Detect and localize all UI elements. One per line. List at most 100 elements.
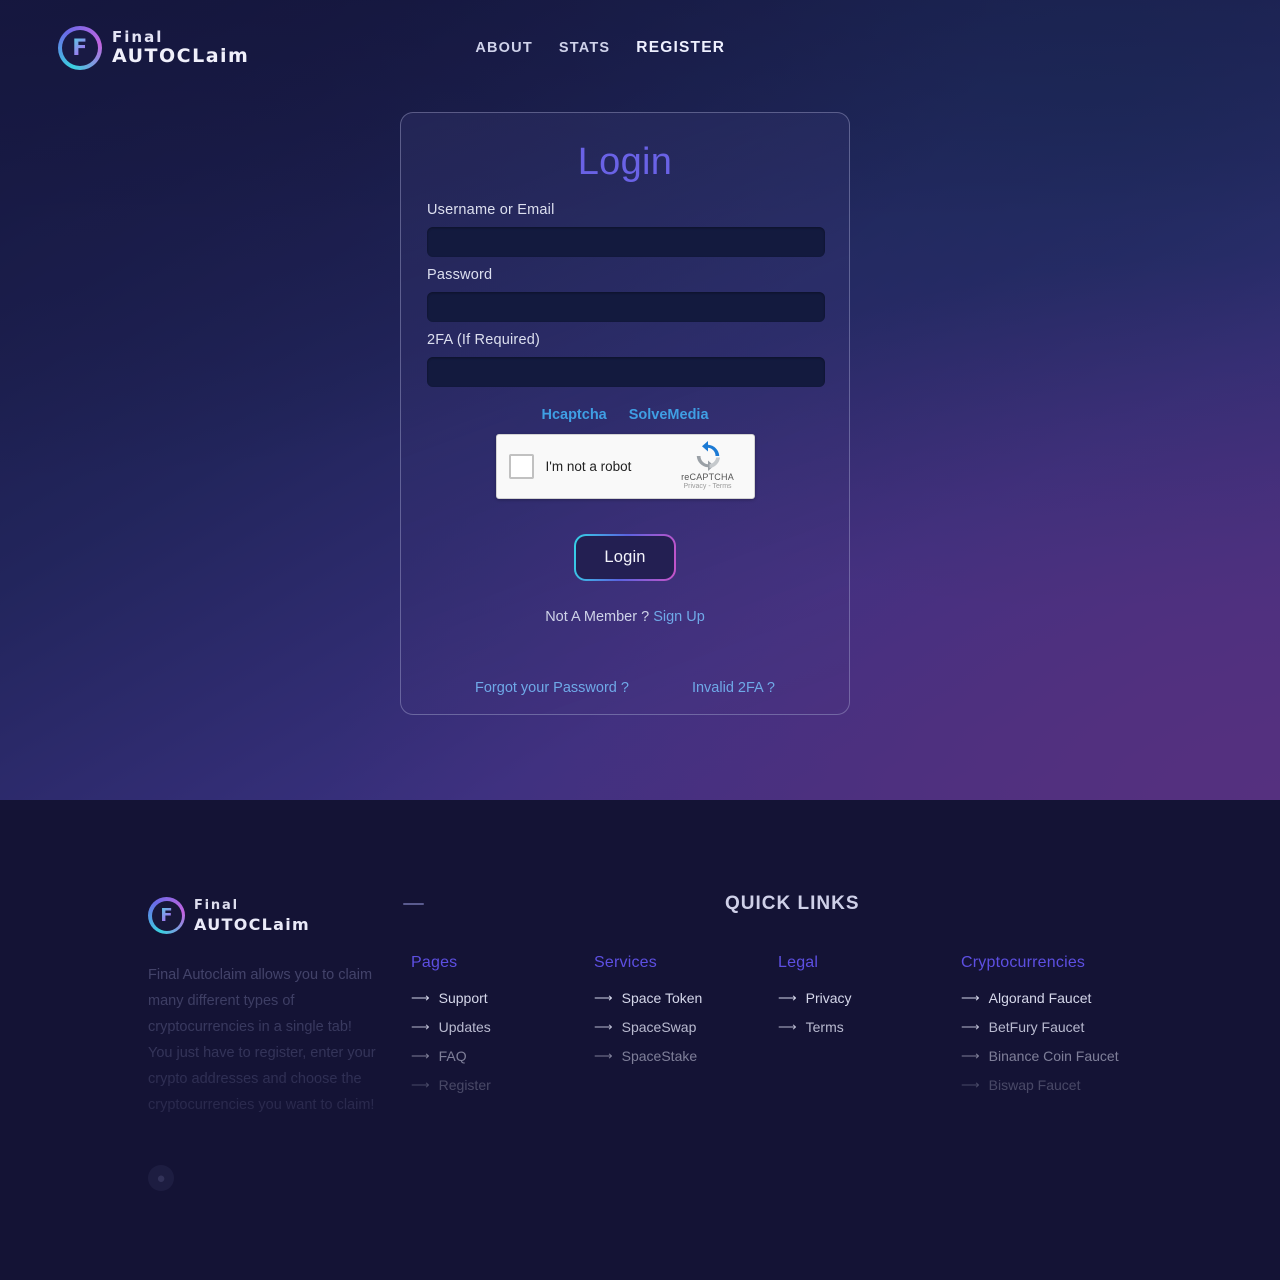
- captcha-option-hcaptcha[interactable]: Hcaptcha: [541, 407, 606, 423]
- captcha-option-solvemedia[interactable]: SolveMedia: [629, 407, 709, 423]
- arrow-right-icon: ⟶: [411, 1077, 430, 1092]
- footer-brand-line-1: Final: [194, 897, 239, 913]
- footer-link-faq[interactable]: ⟶ FAQ: [411, 1048, 491, 1064]
- recaptcha-legal-links[interactable]: Privacy - Terms: [683, 483, 731, 490]
- member-prompt-row: Not A Member ? Sign Up: [427, 609, 823, 625]
- brand-line-1: Final: [112, 28, 164, 46]
- footer-column-pages: Pages ⟶ Support ⟶ Updates ⟶ FAQ ⟶ Regist…: [411, 954, 491, 1106]
- arrow-right-icon: ⟶: [594, 1048, 613, 1063]
- footer-column-title-services: Services: [594, 954, 657, 971]
- footer-link-space-token[interactable]: ⟶ Space Token: [594, 990, 702, 1006]
- login-submit-label: Login: [576, 536, 674, 579]
- field-password: Password: [427, 267, 825, 322]
- arrow-right-icon: ⟶: [778, 1019, 797, 1034]
- label-username-or-email: Username or Email: [427, 202, 555, 218]
- site-footer: F Final AUTOCLaim Final Autoclaim allows…: [0, 800, 1280, 1280]
- footer-brand-line-2: AUTOCLaim: [194, 914, 310, 934]
- recaptcha-branding: reCAPTCHA Privacy - Terms: [671, 441, 745, 490]
- field-two-factor: 2FA (If Required): [427, 332, 825, 387]
- footer-logo-inner-circle: F: [151, 900, 182, 931]
- footer-link-biswap-faucet[interactable]: ⟶ Biswap Faucet: [961, 1077, 1119, 1093]
- login-submit-button[interactable]: Login: [574, 534, 676, 581]
- footer-logo-ring-icon: F: [148, 897, 185, 934]
- forgot-password-link[interactable]: Forgot your Password ?: [475, 680, 629, 696]
- site-header: F Final AUTOCLaim ABOUT STATS REGISTER: [0, 0, 1280, 96]
- brand-logo[interactable]: F Final AUTOCLaim: [58, 26, 249, 70]
- arrow-right-icon: ⟶: [411, 1019, 430, 1034]
- recaptcha-label: I'm not a robot: [545, 459, 632, 474]
- footer-link-label: Register: [438, 1077, 491, 1093]
- footer-link-label: Support: [438, 990, 488, 1006]
- footer-link-updates[interactable]: ⟶ Updates: [411, 1019, 491, 1035]
- hero-section: F Final AUTOCLaim ABOUT STATS REGISTER L…: [0, 0, 1280, 800]
- helper-links-row: Forgot your Password ? Invalid 2FA ?: [427, 680, 823, 696]
- quick-links-title: QUICK LINKS: [725, 893, 860, 914]
- arrow-right-icon: ⟶: [778, 990, 797, 1005]
- invalid-2fa-link[interactable]: Invalid 2FA ?: [692, 680, 775, 696]
- page-root: F Final AUTOCLaim ABOUT STATS REGISTER L…: [0, 0, 1280, 1280]
- field-username-or-email: Username or Email: [427, 202, 825, 257]
- arrow-right-icon: ⟶: [961, 1019, 980, 1034]
- footer-column-title-legal: Legal: [778, 954, 819, 971]
- nav-item-register[interactable]: REGISTER: [636, 39, 725, 57]
- footer-link-label: Updates: [438, 1019, 491, 1035]
- footer-link-label: FAQ: [438, 1048, 467, 1064]
- nav-item-stats[interactable]: STATS: [559, 40, 610, 56]
- footer-link-support[interactable]: ⟶ Support: [411, 990, 491, 1006]
- footer-link-label: Algorand Faucet: [988, 990, 1092, 1006]
- recaptcha-logo-icon: [696, 441, 720, 471]
- arrow-right-icon: ⟶: [961, 990, 980, 1005]
- signup-link[interactable]: Sign Up: [653, 609, 705, 625]
- logo-ring-icon: F: [58, 26, 102, 70]
- brand-wordmark: Final AUTOCLaim: [112, 30, 249, 66]
- social-media-icon[interactable]: ●: [148, 1165, 174, 1191]
- footer-link-register[interactable]: ⟶ Register: [411, 1077, 491, 1093]
- footer-link-label: BetFury Faucet: [988, 1019, 1085, 1035]
- footer-link-privacy[interactable]: ⟶ Privacy: [778, 990, 852, 1006]
- footer-link-algorand-faucet[interactable]: ⟶ Algorand Faucet: [961, 990, 1119, 1006]
- footer-link-label: Terms: [805, 1019, 844, 1035]
- arrow-right-icon: ⟶: [961, 1077, 980, 1092]
- label-two-factor: 2FA (If Required): [427, 332, 541, 348]
- arrow-right-icon: ⟶: [961, 1048, 980, 1063]
- footer-link-spacestake[interactable]: ⟶ SpaceStake: [594, 1048, 702, 1064]
- footer-column-cryptocurrencies: Cryptocurrencies ⟶ Algorand Faucet ⟶ Bet…: [961, 954, 1119, 1106]
- footer-brand-wordmark: Final AUTOCLaim: [194, 898, 310, 934]
- footer-link-label: Biswap Faucet: [988, 1077, 1081, 1093]
- social-glyph: ●: [156, 1169, 166, 1187]
- nav-item-about[interactable]: ABOUT: [475, 40, 533, 56]
- main-nav: ABOUT STATS REGISTER: [475, 39, 725, 57]
- login-title: Login: [577, 141, 673, 183]
- footer-description: Final Autoclaim allows you to claim many…: [148, 967, 376, 1113]
- footer-link-spaceswap[interactable]: ⟶ SpaceSwap: [594, 1019, 702, 1035]
- arrow-right-icon: ⟶: [411, 990, 430, 1005]
- footer-link-betfury-faucet[interactable]: ⟶ BetFury Faucet: [961, 1019, 1119, 1035]
- footer-link-label: Privacy: [805, 990, 852, 1006]
- member-prompt-text: Not A Member ?: [545, 609, 650, 625]
- password-input[interactable]: [427, 292, 825, 322]
- username-or-email-input[interactable]: [427, 227, 825, 257]
- recaptcha-checkbox[interactable]: [508, 454, 534, 479]
- two-factor-input[interactable]: [427, 357, 825, 387]
- footer-logo-letter: F: [160, 905, 173, 926]
- footer-inner: F Final AUTOCLaim Final Autoclaim allows…: [0, 800, 1280, 1280]
- footer-divider: [403, 903, 424, 905]
- footer-link-terms[interactable]: ⟶ Terms: [778, 1019, 852, 1035]
- footer-column-title-cryptocurrencies: Cryptocurrencies: [961, 954, 1086, 971]
- logo-inner-circle: F: [62, 30, 98, 66]
- label-password: Password: [427, 267, 493, 283]
- footer-brand-logo[interactable]: F Final AUTOCLaim: [148, 897, 310, 934]
- footer-link-binance-coin-faucet[interactable]: ⟶ Binance Coin Faucet: [961, 1048, 1119, 1064]
- login-card: Login Username or Email Password 2FA (If…: [400, 112, 850, 715]
- footer-column-legal: Legal ⟶ Privacy ⟶ Terms: [778, 954, 852, 1048]
- arrow-right-icon: ⟶: [411, 1048, 430, 1063]
- recaptcha-widget[interactable]: I'm not a robot reCAPTCHA Privacy - Term…: [495, 434, 755, 499]
- login-button-wrap: Login: [427, 534, 823, 581]
- arrow-right-icon: ⟶: [594, 990, 613, 1005]
- footer-link-label: Binance Coin Faucet: [988, 1048, 1119, 1064]
- captcha-provider-switch: Hcaptcha SolveMedia: [427, 407, 823, 423]
- footer-column-title-pages: Pages: [411, 954, 458, 971]
- brand-line-2: AUTOCLaim: [112, 45, 250, 67]
- recaptcha-brand-name: reCAPTCHA: [681, 472, 734, 482]
- footer-column-services: Services ⟶ Space Token ⟶ SpaceSwap ⟶ Spa…: [594, 954, 702, 1077]
